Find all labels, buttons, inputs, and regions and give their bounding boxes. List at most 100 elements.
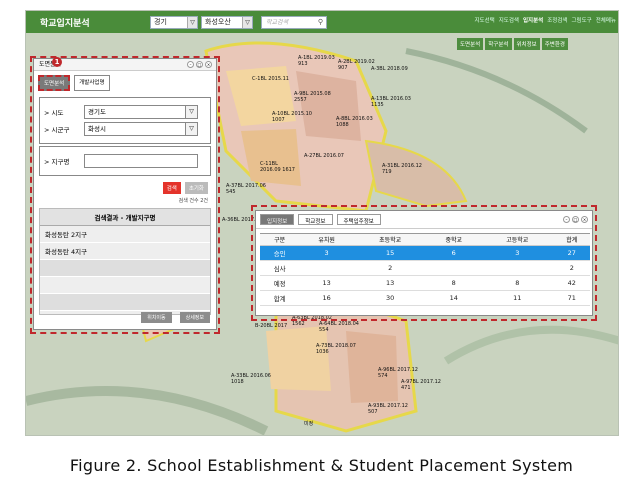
column-header: 중학교 xyxy=(426,233,481,246)
sigungu-select[interactable]: 화성시 ▽ xyxy=(84,122,198,136)
region-select-value: 경기 xyxy=(154,18,167,26)
school-search-input[interactable]: 학교검색 ⚲ xyxy=(261,15,327,29)
school-search-placeholder: 학교검색 xyxy=(266,18,289,26)
menu-item-map-select[interactable]: 지도선택 xyxy=(475,16,495,24)
move-location-button[interactable]: 위치이동 xyxy=(141,312,172,323)
city-select[interactable]: 화성오산 ▽ xyxy=(201,15,253,29)
top-menu: 지도선택 지도검색 입지분석 조정검색 그림도구 전체메뉴 xyxy=(475,16,617,24)
district-name-input[interactable] xyxy=(84,154,198,168)
table-cell: 71 xyxy=(553,290,590,306)
tab-plan-analysis[interactable]: 도면분석 xyxy=(38,75,71,91)
search-button[interactable]: 검색 xyxy=(162,182,181,194)
city-select-value: 화성오산 xyxy=(205,18,231,26)
column-header: 합계 xyxy=(553,233,590,246)
map-label: A-8BL 2016.03 1088 xyxy=(336,116,373,128)
table-cell: 심사 xyxy=(260,260,300,276)
tab-location-info[interactable]: 입지정보 xyxy=(260,214,295,225)
table-row[interactable]: 승인 3 15 6 3 27 xyxy=(260,245,590,261)
panel-controls: – □ × xyxy=(187,61,212,68)
figure-caption: Figure 2. School Establishment & Student… xyxy=(69,456,574,475)
map-label: A-73BL 2018.07 1036 xyxy=(316,343,356,355)
submenu-plan-analysis[interactable]: 도면분석 xyxy=(457,38,484,50)
table-cell: 14 xyxy=(426,290,481,306)
maximize-icon[interactable]: □ xyxy=(572,216,579,223)
map-label: A-93BL 2017.12 507 xyxy=(368,403,408,415)
tab-school-info[interactable]: 학교정보 xyxy=(298,214,333,225)
map-label: A-1BL 2019.03 913 xyxy=(298,55,335,67)
sigungu-value: 화성시 xyxy=(88,125,106,133)
column-header: 구분 xyxy=(260,233,300,246)
column-header: 초등학교 xyxy=(353,233,427,246)
submenu-district-analysis[interactable]: 학구분석 xyxy=(485,38,512,50)
table-cell: 승인 xyxy=(260,245,300,261)
sido-label: > 시도 xyxy=(44,109,64,117)
map-label: B-20BL 2017 xyxy=(255,323,288,329)
result-list: 검색결과 - 개발지구명 화성동탄 2지구 화성동탄 4지구 xyxy=(39,208,211,315)
tab-housing-info[interactable]: 주택입주정보 xyxy=(336,214,381,225)
sigungu-row: > 시군구 화성시 ▽ xyxy=(44,122,206,136)
close-icon[interactable]: × xyxy=(581,216,588,223)
list-item[interactable]: 화성동탄 4지구 xyxy=(40,243,210,260)
map-label: 미정 xyxy=(304,421,314,427)
menu-item-drawing-tools[interactable]: 그림도구 xyxy=(572,16,592,24)
panel-tabs: 도면분석 개발사업명 xyxy=(34,71,216,95)
map-label: A-3BL 2018.09 xyxy=(371,66,408,72)
column-header: 고등학교 xyxy=(480,233,554,246)
school-count-table: 구분 유치원 초등학교 중학교 고등학교 합계 승인 3 15 6 3 27 심… xyxy=(260,233,590,306)
minimize-icon[interactable]: – xyxy=(563,216,570,223)
table-cell: 42 xyxy=(553,275,590,291)
result-list-title: 검색결과 - 개발지구명 xyxy=(40,209,210,226)
maximize-icon[interactable]: □ xyxy=(196,61,203,68)
district-fields: > 지구명 xyxy=(39,146,211,176)
table-cell: 11 xyxy=(480,290,554,306)
result-count: 검색 건수 2건 xyxy=(178,198,208,204)
map-label: C-1BL 2015.11 xyxy=(252,76,289,82)
map-label: A-13BL 2016.03 1135 xyxy=(371,96,411,108)
list-item-empty xyxy=(40,277,210,294)
action-buttons: 검색 초기화 xyxy=(34,178,216,194)
info-tabs: 입지정보 학교정보 주택입주정보 – □ × xyxy=(256,211,592,229)
table-cell: 2 xyxy=(553,260,590,276)
map-label: A-37BL 2017.06 545 xyxy=(226,183,266,195)
region-select[interactable]: 경기 ▽ xyxy=(150,15,198,29)
table-cell: 30 xyxy=(353,290,427,306)
map-label: C-11BL 2016.09 1617 xyxy=(260,161,295,173)
table-row[interactable]: 합계 16 30 14 11 71 xyxy=(260,290,590,306)
table-cell: 3 xyxy=(480,245,554,261)
table-cell: 15 xyxy=(353,245,427,261)
table-cell: 13 xyxy=(353,275,427,291)
table-row[interactable]: 심사 2 2 xyxy=(260,260,590,276)
sido-select[interactable]: 경기도 ▽ xyxy=(84,105,198,119)
submenu-location-info[interactable]: 위치정보 xyxy=(513,38,540,50)
reset-button[interactable]: 초기화 xyxy=(184,182,208,194)
minimize-icon[interactable]: – xyxy=(187,61,194,68)
close-icon[interactable]: × xyxy=(205,61,212,68)
sido-value: 경기도 xyxy=(88,108,106,116)
map-label: A-10BL 2015.10 1007 xyxy=(272,111,312,123)
menu-item-map-search[interactable]: 지도검색 xyxy=(499,16,519,24)
chevron-down-icon: ▽ xyxy=(185,106,197,118)
table-cell: 3 xyxy=(299,245,354,261)
menu-item-all-menu[interactable]: 전체메뉴 xyxy=(596,16,616,24)
location-info-panel: 입지정보 학교정보 주택입주정보 – □ × 구분 유치원 초등학교 중학교 고… xyxy=(255,210,593,316)
table-cell: 13 xyxy=(299,275,354,291)
detail-info-button[interactable]: 상세정보 xyxy=(179,312,210,323)
map-label: A-27BL 2016.07 xyxy=(304,153,344,159)
table-cell xyxy=(480,260,554,276)
submenu-surroundings[interactable]: 주변환경 xyxy=(541,38,568,50)
table-header-row: 구분 유치원 초등학교 중학교 고등학교 합계 xyxy=(260,233,590,246)
map-label: A-33BL 2016.06 1018 xyxy=(231,373,271,385)
menu-item-adjust-search[interactable]: 조정검색 xyxy=(547,16,567,24)
table-cell xyxy=(426,260,481,276)
chevron-down-icon: ▽ xyxy=(187,16,197,28)
search-icon[interactable]: ⚲ xyxy=(318,17,323,28)
table-cell: 8 xyxy=(426,275,481,291)
app-screenshot: A-1BL 2019.03 913 A-2BL 2019.02 907 A-3B… xyxy=(25,10,619,436)
list-item[interactable]: 화성동탄 2지구 xyxy=(40,226,210,243)
panel-bottom-buttons: 위치이동 상세정보 xyxy=(141,312,210,323)
menu-item-location-analysis[interactable]: 입지분석 xyxy=(523,16,543,24)
region-fields: > 시도 경기도 ▽ > 시군구 화성시 ▽ xyxy=(39,97,211,144)
table-cell: 6 xyxy=(426,245,481,261)
table-row[interactable]: 예정 13 13 8 8 42 xyxy=(260,275,590,291)
tab-development-project[interactable]: 개발사업명 xyxy=(74,75,110,91)
